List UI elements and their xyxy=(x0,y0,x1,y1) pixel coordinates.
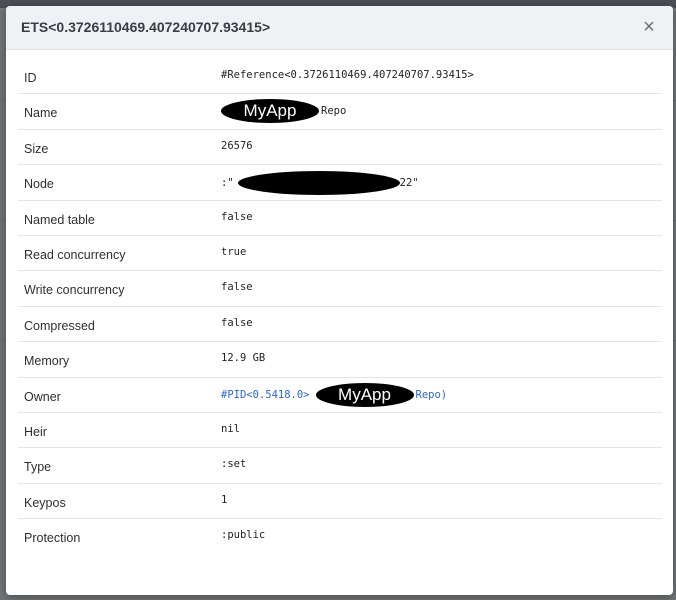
row-value: true xyxy=(221,245,247,258)
row-value: false xyxy=(221,316,253,329)
name-badge: MyApp xyxy=(221,99,319,124)
row-value: :set xyxy=(221,458,247,471)
table-row-write-concurrency: Write concurrency false xyxy=(18,271,662,307)
modal-title: ETS<0.3726110469.407240707.93415> xyxy=(21,19,271,35)
table-row-owner: Owner #PID<0.5418.0> MyApp Repo) xyxy=(18,378,662,413)
table-row-named-table: Named table false xyxy=(18,201,662,236)
modal-header: ETS<0.3726110469.407240707.93415> × xyxy=(6,6,673,50)
row-value: #Reference<0.3726110469.407240707.93415> xyxy=(221,69,474,81)
row-value: :public xyxy=(221,529,266,542)
row-value: :" 22" xyxy=(221,171,419,196)
row-value: nil xyxy=(221,422,240,435)
node-prefix: :" xyxy=(221,177,234,190)
row-label: ID xyxy=(24,71,37,85)
table-row-memory: Memory 12.9 GB xyxy=(18,342,662,378)
row-label: Protection xyxy=(24,531,81,546)
table-row-heir: Heir nil xyxy=(18,413,662,449)
row-label: Owner xyxy=(24,389,61,404)
row-value: 1 xyxy=(221,493,228,506)
row-value: 12.9 GB xyxy=(221,352,266,365)
details-table: ID #Reference<0.3726110469.407240707.934… xyxy=(18,59,662,554)
owner-pid-link[interactable]: #PID<0.5418.0> xyxy=(221,389,310,401)
row-value: false xyxy=(221,281,253,294)
close-button[interactable]: × xyxy=(639,16,659,38)
owner-badge: MyApp xyxy=(315,382,414,407)
row-value: MyApp Repo xyxy=(221,99,347,124)
row-label: Write concurrency xyxy=(24,283,125,298)
row-label: Memory xyxy=(24,354,70,369)
ets-details-modal: ETS<0.3726110469.407240707.93415> × ID #… xyxy=(6,6,673,595)
row-value: #PID<0.5418.0> MyApp Repo) xyxy=(221,382,448,407)
redacted-node xyxy=(237,171,400,196)
table-row-protection: Protection :public xyxy=(18,519,662,554)
row-value: false xyxy=(221,210,253,223)
row-label: Keypos xyxy=(24,495,66,510)
row-label: Named table xyxy=(24,212,95,227)
row-label: Size xyxy=(24,141,49,156)
row-label: Compressed xyxy=(24,318,95,333)
table-row-type: Type :set xyxy=(18,448,662,484)
table-row-node: Node :" 22" xyxy=(18,165,662,201)
name-suffix: Repo xyxy=(321,105,347,118)
row-label: Type xyxy=(24,460,52,475)
table-row-id: ID #Reference<0.3726110469.407240707.934… xyxy=(18,59,662,95)
table-row-name: Name MyApp Repo xyxy=(18,94,662,130)
table-row-keypos: Keypos 1 xyxy=(18,484,662,520)
table-row-read-concurrency: Read concurrency true xyxy=(18,236,662,272)
table-row-compressed: Compressed false xyxy=(18,307,662,343)
row-label: Name xyxy=(24,106,58,121)
table-row-size: Size 26576 xyxy=(18,130,662,166)
owner-link-suffix[interactable]: Repo) xyxy=(416,389,448,401)
node-suffix: 22" xyxy=(399,177,419,190)
row-label: Heir xyxy=(24,424,47,439)
row-value: 26576 xyxy=(221,139,253,152)
row-label: Read concurrency xyxy=(24,247,126,262)
row-label: Node xyxy=(24,177,54,192)
